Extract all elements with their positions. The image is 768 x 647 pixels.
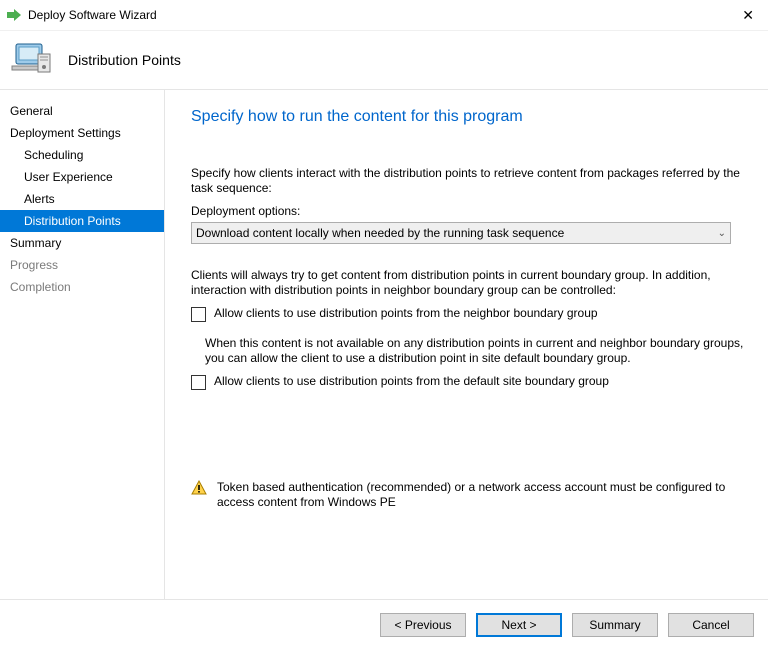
deploy-options-select[interactable]: Download content locally when needed by … xyxy=(191,222,731,244)
neighbor-checkbox-row[interactable]: Allow clients to use distribution points… xyxy=(191,306,748,322)
wizard-header: Distribution Points xyxy=(0,31,768,90)
previous-button[interactable]: < Previous xyxy=(380,613,466,637)
page-title: Distribution Points xyxy=(68,52,181,68)
nav-deployment-settings[interactable]: Deployment Settings xyxy=(0,122,164,144)
default-site-checkbox-label: Allow clients to use distribution points… xyxy=(214,374,609,388)
warning-text: Token based authentication (recommended)… xyxy=(217,480,748,510)
nav-completion: Completion xyxy=(0,276,164,298)
next-button[interactable]: Next > xyxy=(476,613,562,637)
window-title: Deploy Software Wizard xyxy=(28,8,157,22)
warning-row: Token based authentication (recommended)… xyxy=(191,480,748,510)
default-site-checkbox[interactable] xyxy=(191,375,206,390)
nav-summary[interactable]: Summary xyxy=(0,232,164,254)
nav-alerts[interactable]: Alerts xyxy=(0,188,164,210)
titlebar: Deploy Software Wizard ✕ xyxy=(0,0,768,31)
wizard-footer: < Previous Next > Summary Cancel xyxy=(0,599,768,647)
intro-text: Specify how clients interact with the di… xyxy=(191,166,748,196)
nav-general[interactable]: General xyxy=(0,100,164,122)
neighbor-checkbox-label: Allow clients to use distribution points… xyxy=(214,306,598,320)
wizard-nav: General Deployment Settings Scheduling U… xyxy=(0,90,165,599)
chevron-down-icon: ⌄ xyxy=(712,228,726,239)
app-icon xyxy=(6,7,22,23)
fallback-text: When this content is not available on an… xyxy=(205,336,748,366)
computer-icon xyxy=(10,40,54,80)
nav-scheduling[interactable]: Scheduling xyxy=(0,144,164,166)
deploy-options-value: Download content locally when needed by … xyxy=(196,226,564,240)
deploy-options-label: Deployment options: xyxy=(191,204,748,218)
summary-button[interactable]: Summary xyxy=(572,613,658,637)
cancel-button[interactable]: Cancel xyxy=(668,613,754,637)
boundary-text: Clients will always try to get content f… xyxy=(191,268,748,298)
nav-progress: Progress xyxy=(0,254,164,276)
neighbor-checkbox[interactable] xyxy=(191,307,206,322)
default-site-checkbox-row[interactable]: Allow clients to use distribution points… xyxy=(191,374,748,390)
warning-icon xyxy=(191,480,207,496)
content-heading: Specify how to run the content for this … xyxy=(191,108,748,126)
wizard-content: Specify how to run the content for this … xyxy=(165,90,768,599)
nav-distribution-points[interactable]: Distribution Points xyxy=(0,210,164,232)
close-icon[interactable]: ✕ xyxy=(736,5,760,26)
nav-user-experience[interactable]: User Experience xyxy=(0,166,164,188)
